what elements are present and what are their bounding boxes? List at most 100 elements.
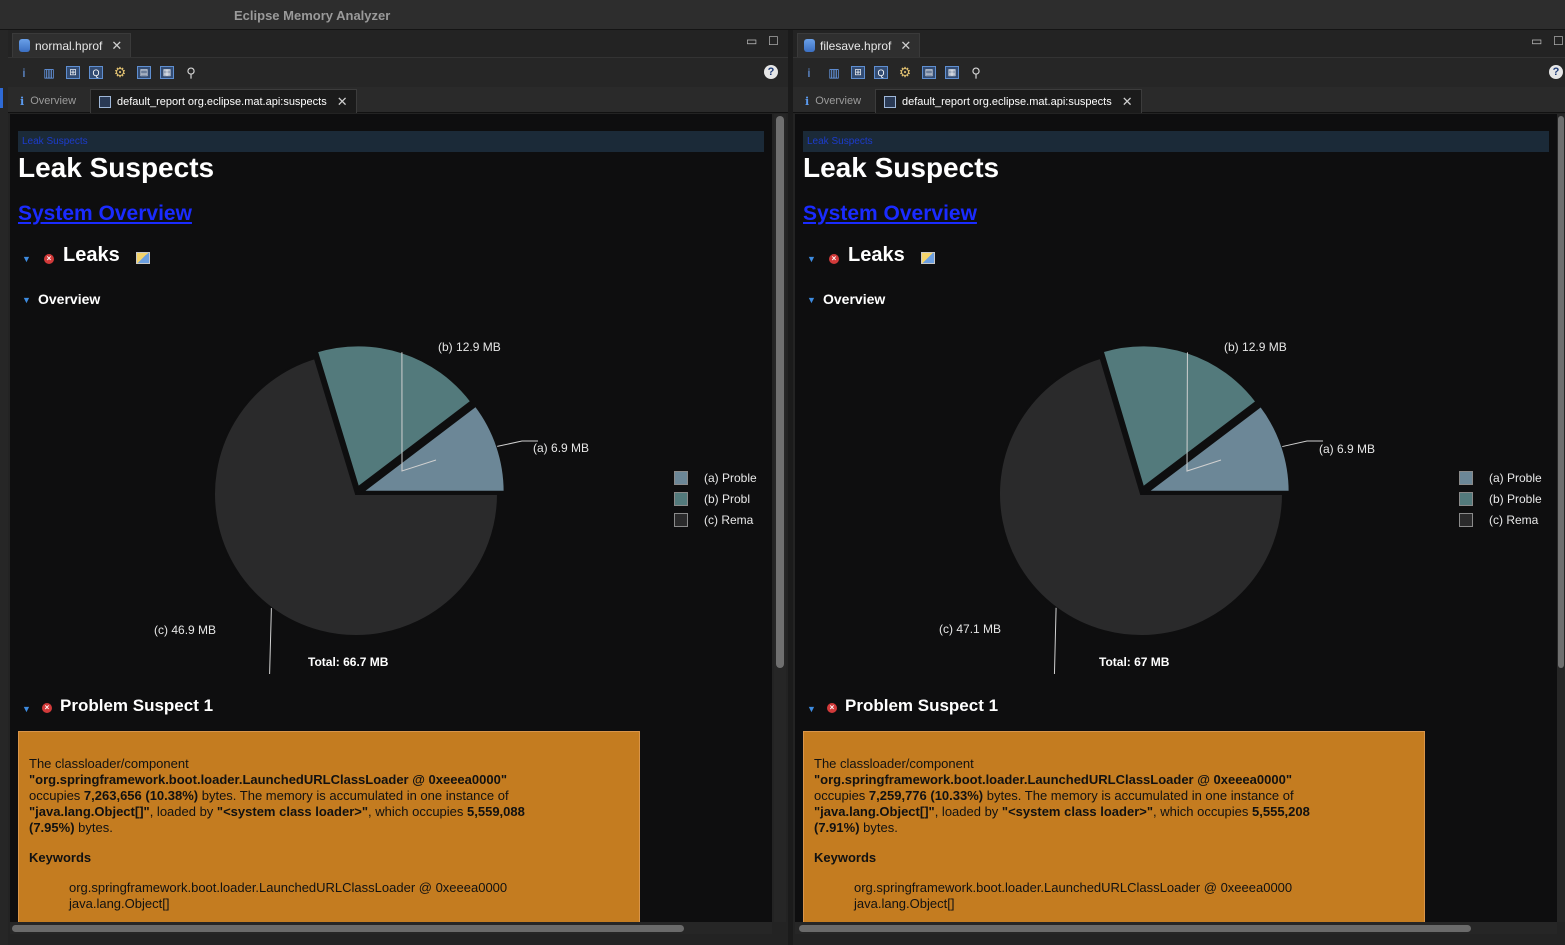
legend-item-c: (c) Rema (1459, 512, 1549, 528)
collapse-suspect-icon[interactable]: ▼ (22, 704, 31, 714)
legend-item-b: (b) Proble (1459, 491, 1549, 507)
slice-a-callout: (a) 6.9 MB (533, 441, 590, 455)
error-icon: × (827, 703, 837, 713)
keywords-list: org.springframework.boot.loader.Launched… (854, 880, 1293, 911)
oql-icon[interactable]: Q (874, 66, 888, 79)
search-icon[interactable]: ⚲ (968, 65, 984, 81)
slice-c-callout: (c) 46.9 MB (154, 623, 217, 637)
app-title: Eclipse Memory Analyzer (234, 8, 391, 23)
oql-icon[interactable]: Q (89, 66, 103, 79)
editor-toolbar: i ▥ ⊞ Q ⚙ ▤ ▦ ⚲ ? (793, 57, 1565, 87)
heap-dump-icon (19, 39, 30, 52)
collapse-leaks-icon[interactable]: ▼ (22, 254, 31, 264)
window-titlebar: Eclipse Memory Analyzer (0, 0, 1565, 30)
run-report-icon[interactable]: ▤ (922, 66, 936, 79)
breadcrumb[interactable]: Leak Suspects (18, 131, 764, 152)
system-overview-link[interactable]: System Overview (18, 202, 192, 226)
problem-suspect-heading: Problem Suspect 1 (60, 696, 214, 715)
heap-dump-overview-icon[interactable]: ⚙ (112, 64, 128, 81)
dominator-tree-icon[interactable]: ⊞ (66, 66, 80, 79)
page-title: Leak Suspects (803, 152, 1000, 183)
tab-overview[interactable]: i Overview (12, 89, 84, 113)
report-icon (884, 95, 896, 108)
details-icon[interactable] (136, 252, 150, 264)
histogram-icon[interactable]: ▥ (41, 65, 57, 81)
leak-pie-chart (998, 344, 1323, 674)
details-icon[interactable] (921, 252, 935, 264)
report-icon (99, 95, 111, 108)
tab-overview[interactable]: i Overview (797, 89, 869, 113)
error-icon: × (44, 254, 54, 264)
query-browser-icon[interactable]: ▦ (160, 66, 174, 79)
minimize-icon[interactable]: ▭ (1531, 34, 1542, 48)
slice-c-callout: (c) 47.1 MB (939, 622, 1002, 636)
leader-line-a (1282, 440, 1323, 448)
editor-tab-label: normal.hprof (35, 38, 103, 53)
keywords-title: Keywords (29, 850, 92, 865)
leader-line-a (497, 440, 538, 447)
close-icon[interactable]: ✕ (1122, 94, 1133, 110)
leaks-heading: Leaks (848, 244, 905, 266)
help-icon[interactable]: ? (764, 65, 778, 79)
editor-tab-normal-hprof[interactable]: normal.hprof ✕ (12, 33, 132, 57)
editor-subtabs: i Overview default_report org.eclipse.ma… (8, 87, 788, 113)
overview-heading: Overview (823, 291, 886, 307)
problem-suspect-heading: Problem Suspect 1 (845, 696, 999, 715)
editor-pane-normal: normal.hprof ✕ ▭ ☐ i ▥ ⊞ Q ⚙ ▤ ▦ ⚲ ? i O… (8, 30, 788, 945)
left-trim (0, 30, 8, 945)
dominator-tree-icon[interactable]: ⊞ (851, 66, 865, 79)
info-icon: i (20, 94, 25, 108)
report-content: Leak Suspects Leak Suspects System Overv… (10, 114, 772, 922)
heap-dump-icon (804, 39, 815, 52)
search-icon[interactable]: ⚲ (183, 65, 199, 81)
horizontal-scrollbar[interactable] (795, 922, 1557, 934)
info-icon[interactable]: i (16, 65, 32, 81)
vertical-scrollbar[interactable] (1557, 114, 1565, 922)
editor-subtabs: i Overview default_report org.eclipse.ma… (793, 87, 1565, 113)
close-icon[interactable]: ✕ (111, 38, 122, 54)
editor-toolbar: i ▥ ⊞ Q ⚙ ▤ ▦ ⚲ ? (8, 57, 788, 87)
error-icon: × (829, 254, 839, 264)
tab-default-report[interactable]: default_report org.eclipse.mat.api:suspe… (90, 89, 357, 113)
leaks-heading: Leaks (63, 244, 120, 266)
collapse-leaks-icon[interactable]: ▼ (807, 254, 816, 264)
tab-default-report[interactable]: default_report org.eclipse.mat.api:suspe… (875, 89, 1142, 113)
system-overview-link[interactable]: System Overview (803, 202, 977, 226)
keywords-list: org.springframework.boot.loader.Launched… (69, 880, 508, 911)
leak-pie-chart (213, 344, 538, 674)
error-icon: × (42, 703, 52, 713)
legend-item-b: (b) Probl (674, 491, 764, 507)
legend-item-c: (c) Rema (674, 512, 764, 528)
vertical-scrollbar[interactable] (774, 114, 786, 922)
legend-item-a: (a) Proble (1459, 470, 1549, 486)
collapse-overview-icon[interactable]: ▼ (22, 295, 31, 305)
slice-b-callout: (b) 12.9 MB (1224, 340, 1287, 354)
minimize-icon[interactable]: ▭ (746, 34, 757, 48)
suspect-description: The classloader/component "org.springfra… (18, 731, 640, 922)
chart-total: Total: 67 MB (1099, 655, 1170, 669)
horizontal-scrollbar[interactable] (10, 922, 772, 934)
breadcrumb[interactable]: Leak Suspects (803, 131, 1549, 152)
collapse-overview-icon[interactable]: ▼ (807, 295, 816, 305)
heap-dump-overview-icon[interactable]: ⚙ (897, 64, 913, 81)
slice-a-callout: (a) 6.9 MB (1319, 442, 1376, 456)
editor-tab-label: filesave.hprof (820, 38, 892, 53)
close-icon[interactable]: ✕ (337, 94, 348, 110)
help-icon[interactable]: ? (1549, 65, 1563, 79)
keywords-title: Keywords (814, 850, 877, 865)
histogram-icon[interactable]: ▥ (826, 65, 842, 81)
overview-heading: Overview (38, 291, 101, 307)
query-browser-icon[interactable]: ▦ (945, 66, 959, 79)
close-icon[interactable]: ✕ (900, 38, 911, 54)
leader-line-c (1053, 607, 1057, 674)
editor-pane-filesave: filesave.hprof ✕ ▭ ☐ i ▥ ⊞ Q ⚙ ▤ ▦ ⚲ ? i… (793, 30, 1565, 945)
editor-tab-filesave-hprof[interactable]: filesave.hprof ✕ (797, 33, 921, 57)
info-icon[interactable]: i (801, 65, 817, 81)
run-report-icon[interactable]: ▤ (137, 66, 151, 79)
page-title: Leak Suspects (18, 152, 215, 183)
maximize-icon[interactable]: ☐ (768, 34, 779, 48)
collapse-suspect-icon[interactable]: ▼ (807, 704, 816, 714)
slice-b-callout: (b) 12.9 MB (438, 340, 501, 354)
maximize-icon[interactable]: ☐ (1553, 34, 1564, 48)
info-icon: i (805, 94, 810, 108)
